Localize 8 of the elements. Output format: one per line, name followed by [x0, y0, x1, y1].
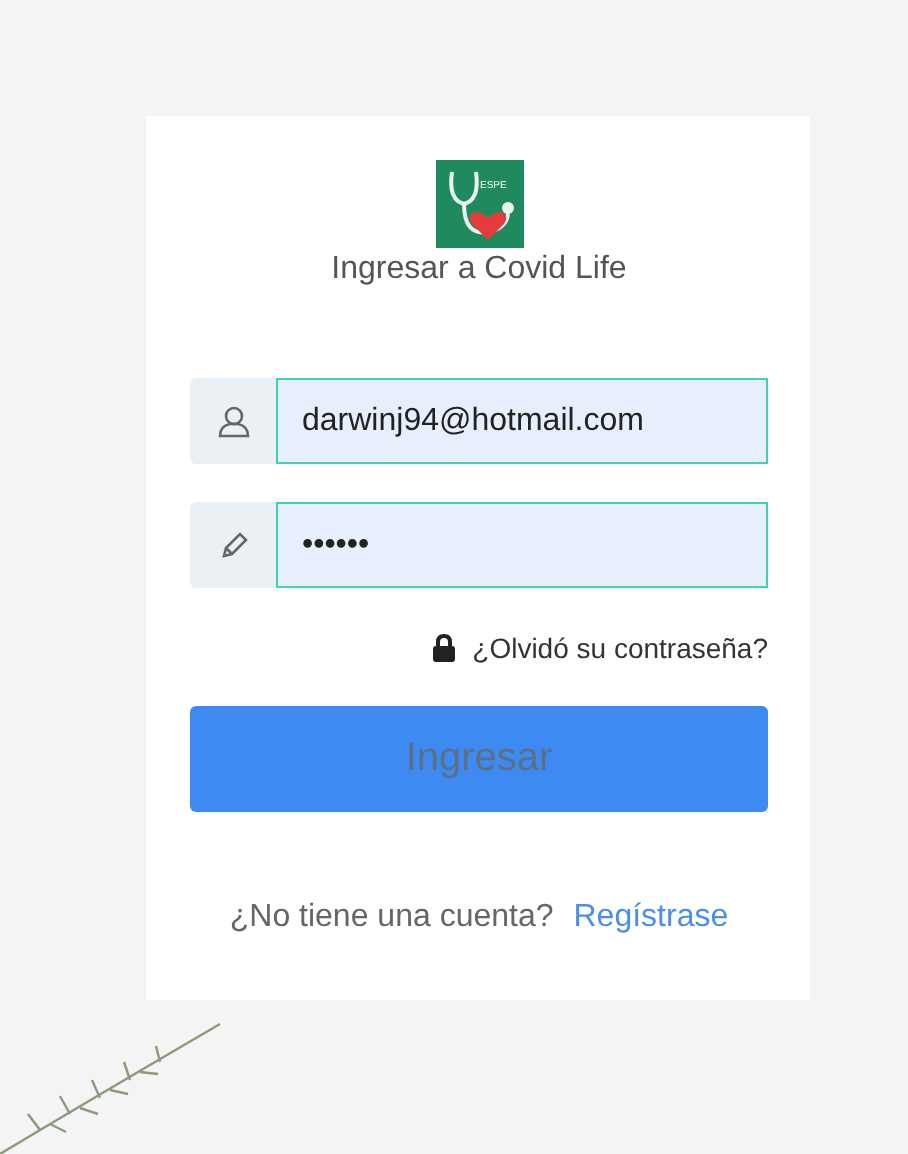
signup-prompt: ¿No tiene una cuenta?: [229, 900, 554, 936]
user-icon: [215, 403, 251, 439]
email-field[interactable]: darwinj94@hotmail.com: [276, 378, 768, 464]
forgot-password-link[interactable]: ¿Olvidó su contraseña?: [472, 632, 768, 664]
login-title: Ingresar a Covid Life: [331, 252, 627, 288]
pencil-icon: [217, 529, 249, 561]
lock-icon: [432, 634, 457, 662]
password-field[interactable]: ••••••: [276, 502, 768, 588]
